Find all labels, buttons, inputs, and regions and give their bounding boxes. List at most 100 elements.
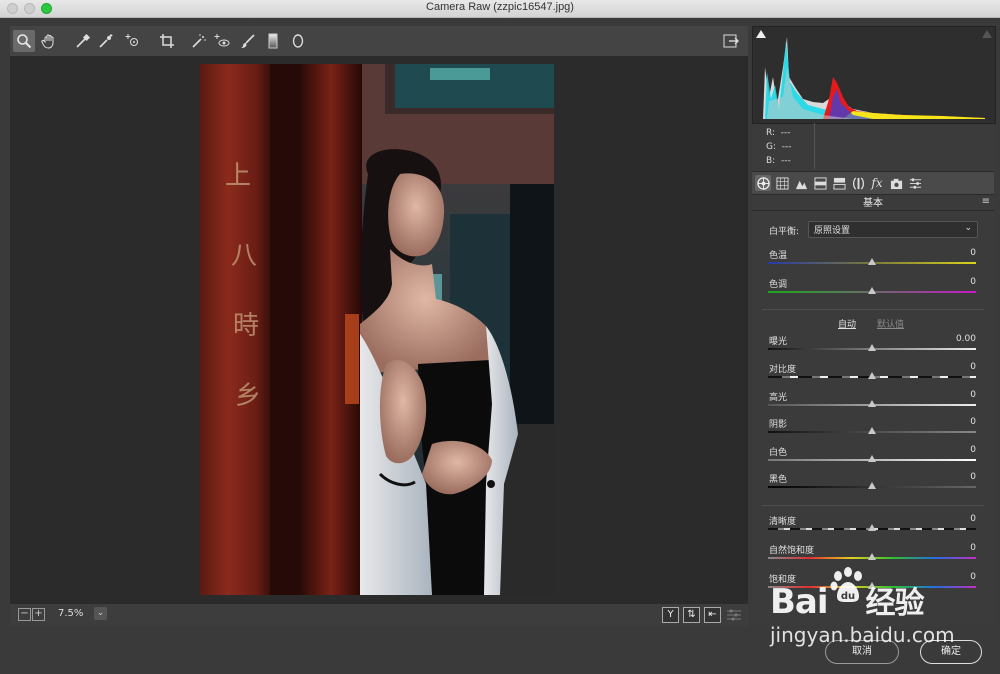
photo-preview: 上 八 時 乡 (200, 64, 554, 595)
g-label: G: (766, 142, 777, 152)
red-eye-tool-icon[interactable] (211, 30, 233, 52)
default-button[interactable]: 默认值 (877, 317, 904, 330)
crop-tool-icon[interactable] (156, 30, 178, 52)
divider (762, 505, 984, 506)
targeted-adjustment-tool-icon[interactable] (122, 30, 144, 52)
histogram (752, 26, 996, 124)
preview-settings-icon[interactable] (726, 607, 742, 621)
white-balance-select[interactable]: 原照设置 ⌄ (808, 221, 978, 238)
adjustment-brush-icon[interactable] (237, 30, 259, 52)
window-titlebar: Camera Raw (zzpic16547.jpg) (0, 0, 1000, 18)
tone-curve-tab-icon[interactable] (774, 175, 790, 191)
temperature-slider-row[interactable]: 色温 0 (752, 248, 994, 276)
shadows-thumb[interactable] (868, 427, 876, 434)
g-value: --- (781, 142, 792, 152)
split-toning-tab-icon[interactable] (831, 175, 847, 191)
hsl-tab-icon[interactable] (812, 175, 828, 191)
image-canvas[interactable]: 上 八 時 乡 (10, 57, 748, 603)
zoom-tool-icon[interactable] (13, 30, 35, 52)
blacks-label: 黑色 (769, 475, 788, 485)
tint-label: 色调 (769, 280, 788, 290)
zoom-in-button[interactable]: + (32, 608, 45, 621)
hand-tool-icon[interactable] (38, 30, 60, 52)
white-balance-value: 原照设置 (814, 226, 851, 236)
temperature-thumb[interactable] (868, 258, 876, 265)
r-value: --- (780, 128, 791, 138)
rgb-readout: R: --- G: --- B: --- (766, 126, 792, 168)
presets-tab-icon[interactable] (907, 175, 923, 191)
vibrance-thumb[interactable] (868, 553, 876, 560)
auto-button[interactable]: 自动 (838, 317, 856, 330)
basic-tab-icon[interactable] (755, 175, 771, 191)
exposure-value[interactable]: 0.00 (956, 334, 976, 344)
clarity-label: 清晰度 (769, 517, 797, 527)
graduated-filter-icon[interactable] (262, 30, 284, 52)
exposure-slider-row[interactable]: 曝光 0.00 (752, 334, 994, 362)
clarity-value[interactable]: 0 (970, 514, 976, 524)
blacks-thumb[interactable] (868, 482, 876, 489)
exposure-label: 曝光 (769, 337, 788, 347)
color-sampler-tool-icon[interactable] (95, 30, 117, 52)
saturation-value[interactable]: 0 (970, 572, 976, 582)
window-title: Camera Raw (zzpic16547.jpg) (426, 1, 574, 13)
before-after-view-button[interactable]: Y (662, 607, 679, 623)
detail-tab-icon[interactable] (793, 175, 809, 191)
whites-slider-row[interactable]: 白色 0 (752, 445, 994, 473)
spot-removal-tool-icon[interactable] (188, 30, 210, 52)
panel-section-header: 基本 ≡ (752, 194, 994, 211)
contrast-value[interactable]: 0 (970, 362, 976, 372)
shadows-label: 阴影 (769, 420, 788, 430)
panel-tabs: fx (752, 171, 994, 195)
effects-tab-icon[interactable]: fx (869, 175, 885, 191)
vibrance-label: 自然饱和度 (769, 546, 815, 556)
white-balance-tool-icon[interactable] (72, 30, 94, 52)
contrast-label: 对比度 (769, 365, 797, 375)
tool-bar (10, 26, 748, 57)
highlights-value[interactable]: 0 (970, 390, 976, 400)
b-value: --- (780, 156, 791, 166)
b-label: B: (766, 156, 776, 166)
watermark-brand-text-2: 经验 (865, 586, 925, 621)
highlights-thumb[interactable] (868, 400, 876, 407)
zoom-dropdown[interactable]: ⌄ (94, 607, 107, 620)
vibrance-slider-row[interactable]: 自然饱和度 0 (752, 543, 994, 571)
zoom-out-button[interactable]: − (18, 608, 31, 621)
lens-corrections-tab-icon[interactable] (850, 175, 866, 191)
camera-calibration-tab-icon[interactable] (888, 175, 904, 191)
readout-divider (814, 123, 815, 169)
watermark-brand-text: Bai (770, 582, 829, 622)
highlight-clipping-icon[interactable] (982, 29, 992, 38)
tint-slider-row[interactable]: 色调 0 (752, 277, 994, 305)
baidu-paw-icon: du (828, 566, 868, 606)
svg-text:du: du (841, 591, 855, 602)
adjustment-panel: R: --- G: --- B: --- fx 基本 ≡ 白平衡: 原照设置 ⌄… (752, 26, 996, 626)
blacks-slider-row[interactable]: 黑色 0 (752, 472, 994, 500)
panel-section-title: 基本 (863, 198, 883, 209)
contrast-thumb[interactable] (868, 372, 876, 379)
whites-value[interactable]: 0 (970, 445, 976, 455)
panel-menu-icon[interactable]: ≡ (982, 196, 990, 207)
blacks-value[interactable]: 0 (970, 472, 976, 482)
shadows-slider-row[interactable]: 阴影 0 (752, 417, 994, 445)
zoom-level: 7.5% (58, 608, 84, 619)
exposure-thumb[interactable] (868, 344, 876, 351)
shadows-value[interactable]: 0 (970, 417, 976, 427)
photo-sign-text-3: 時 (233, 311, 259, 341)
clarity-slider-row[interactable]: 清晰度 0 (752, 514, 994, 542)
whites-thumb[interactable] (868, 455, 876, 462)
clarity-thumb[interactable] (868, 524, 876, 531)
tint-value[interactable]: 0 (970, 277, 976, 287)
tint-thumb[interactable] (868, 287, 876, 294)
contrast-slider-row[interactable]: 对比度 0 (752, 362, 994, 390)
white-balance-label: 白平衡: (769, 227, 800, 237)
watermark-url: jingyan.baidu.com (770, 623, 955, 647)
temperature-value[interactable]: 0 (970, 248, 976, 258)
highlights-slider-row[interactable]: 高光 0 (752, 390, 994, 418)
shadow-clipping-icon[interactable] (756, 29, 766, 38)
vibrance-value[interactable]: 0 (970, 543, 976, 553)
export-icon[interactable] (720, 30, 742, 52)
copy-settings-button[interactable]: ⇤ (704, 607, 721, 623)
whites-label: 白色 (769, 448, 788, 458)
radial-filter-icon[interactable] (287, 30, 309, 52)
swap-before-after-button[interactable]: ⇅ (683, 607, 700, 623)
